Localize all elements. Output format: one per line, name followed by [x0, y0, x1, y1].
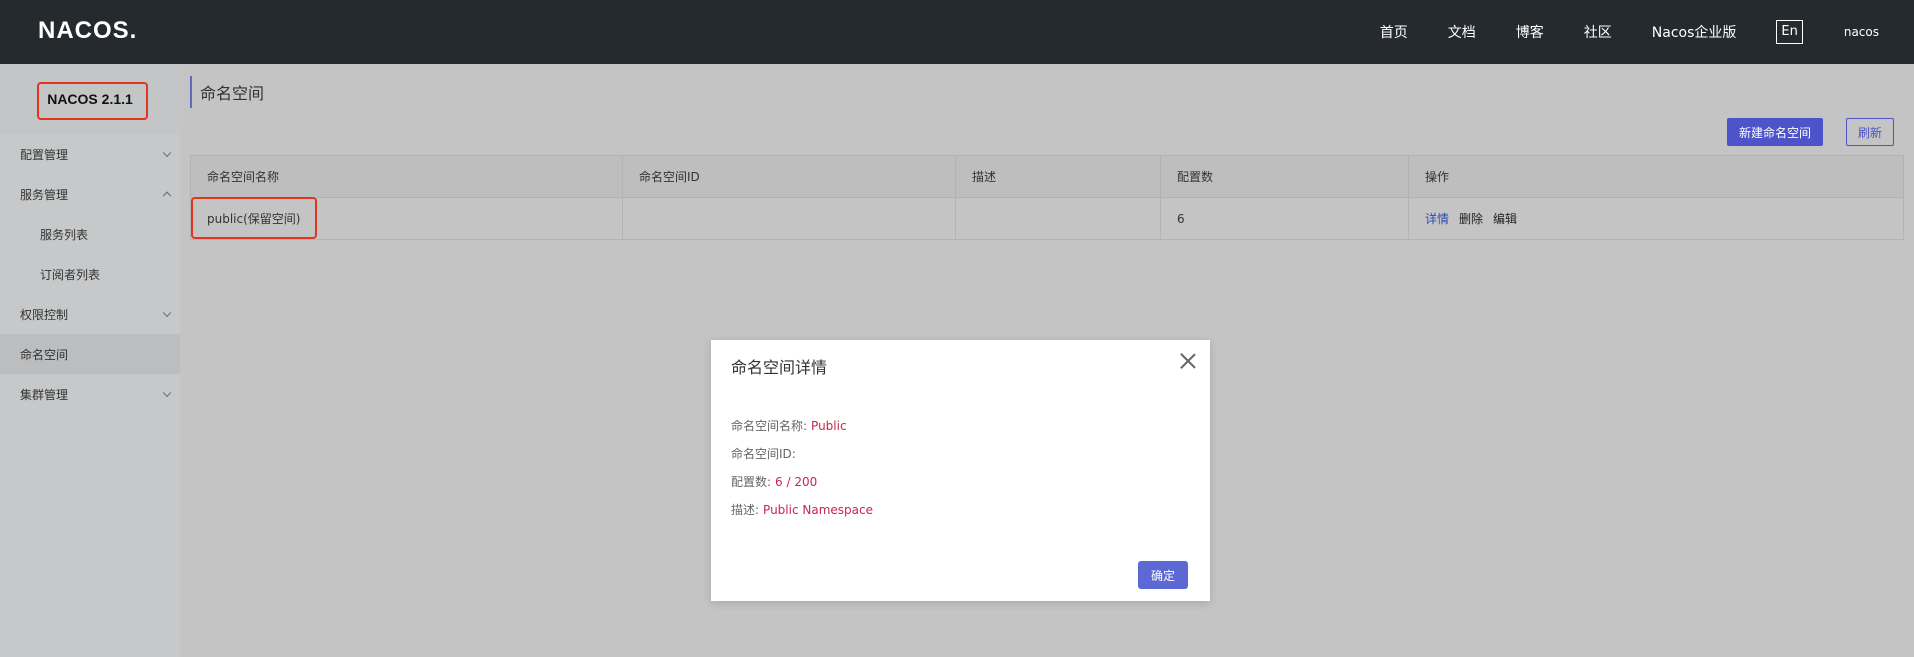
highlight-public-row: [191, 197, 317, 239]
cell-namespace-id: [623, 198, 956, 239]
nav-blog[interactable]: 博客: [1516, 22, 1544, 42]
logo-dot: .: [129, 17, 138, 44]
sidebar-item-service-management[interactable]: 服务管理: [0, 174, 180, 214]
namespace-table: 命名空间名称 命名空间ID 描述 配置数 操作 public(保留空间) 6 详…: [190, 155, 1904, 240]
nav-enterprise[interactable]: Nacos企业版: [1652, 22, 1737, 42]
highlight-version-box: [37, 82, 148, 120]
table-row: public(保留空间) 6 详情 删除 编辑: [191, 197, 1903, 239]
user-name[interactable]: nacos: [1844, 25, 1879, 39]
sidebar-item-subscriber-list[interactable]: 订阅者列表: [0, 254, 180, 294]
cell-description: [956, 198, 1161, 239]
language-toggle-button[interactable]: En: [1776, 20, 1803, 44]
top-navigation-bar: NACOS. 首页 文档 博客 社区 Nacos企业版 En nacos: [0, 0, 1914, 64]
detail-label: 描述:: [731, 503, 760, 517]
edit-link[interactable]: 编辑: [1493, 210, 1517, 227]
close-icon[interactable]: [1180, 353, 1196, 369]
delete-link[interactable]: 删除: [1459, 210, 1483, 227]
details-link[interactable]: 详情: [1425, 210, 1449, 227]
detail-value: Public: [811, 419, 847, 433]
sidebar-item-cluster-management[interactable]: 集群管理: [0, 374, 180, 414]
page-title: 命名空间: [190, 76, 264, 108]
sidebar-item-label: 集群管理: [20, 387, 69, 402]
dialog-title: 命名空间详情: [731, 358, 828, 377]
sidebar-item-service-list[interactable]: 服务列表: [0, 214, 180, 254]
sidebar-item-label: 配置管理: [20, 147, 69, 162]
detail-label: 配置数:: [731, 475, 772, 489]
nav-home[interactable]: 首页: [1380, 22, 1408, 42]
detail-namespace-name: 命名空间名称: Public: [731, 417, 847, 434]
detail-config-count: 配置数: 6 / 200: [731, 473, 817, 490]
detail-value: Public Namespace: [763, 503, 873, 517]
column-header-id: 命名空间ID: [623, 156, 956, 197]
logo-text: NACOS: [38, 17, 130, 44]
sidebar-item-config-management[interactable]: 配置管理: [0, 134, 180, 174]
chevron-down-icon: [162, 308, 172, 318]
nav-docs[interactable]: 文档: [1448, 22, 1476, 42]
column-header-name: 命名空间名称: [191, 156, 623, 197]
cell-config-count: 6: [1161, 198, 1409, 239]
sidebar-item-access-control[interactable]: 权限控制: [0, 294, 180, 334]
detail-label: 命名空间名称:: [731, 419, 808, 433]
detail-value: 6 / 200: [775, 475, 818, 489]
sidebar-item-label: 服务列表: [40, 227, 89, 242]
column-header-description: 描述: [956, 156, 1161, 197]
sidebar-item-label: 命名空间: [20, 347, 69, 362]
create-namespace-button[interactable]: 新建命名空间: [1727, 118, 1824, 146]
sidebar-menu: 配置管理 服务管理 服务列表 订阅者列表 权限控制 命名空间 集群管理: [0, 134, 180, 414]
chevron-down-icon: [162, 148, 172, 158]
refresh-button[interactable]: 刷新: [1846, 118, 1895, 146]
confirm-button[interactable]: 确定: [1138, 561, 1188, 589]
sidebar-item-label: 权限控制: [20, 307, 69, 322]
nav-community[interactable]: 社区: [1584, 22, 1612, 42]
sidebar-item-label: 服务管理: [20, 187, 69, 202]
detail-description: 描述: Public Namespace: [731, 501, 873, 518]
namespace-detail-dialog: 命名空间详情 命名空间名称: Public 命名空间ID: 配置数: 6 / 200…: [711, 340, 1210, 601]
top-nav: 首页 文档 博客 社区 Nacos企业版 En nacos: [1380, 0, 1914, 64]
detail-namespace-id: 命名空间ID:: [731, 445, 800, 462]
nacos-logo[interactable]: NACOS.: [38, 16, 137, 46]
table-header: 命名空间名称 命名空间ID 描述 配置数 操作: [191, 156, 1903, 197]
sidebar: NACOS 2.1.1 配置管理 服务管理 服务列表 订阅者列表 权限控制 命名…: [0, 64, 180, 657]
sidebar-item-namespace[interactable]: 命名空间: [0, 334, 180, 374]
detail-label: 命名空间ID:: [731, 447, 796, 461]
column-header-actions: 操作: [1425, 170, 1450, 184]
column-header-config-count: 配置数: [1161, 156, 1409, 197]
sidebar-item-label: 订阅者列表: [40, 267, 101, 282]
cell-actions: 详情 删除 编辑: [1409, 198, 1903, 239]
chevron-up-icon: [162, 191, 172, 201]
chevron-down-icon: [162, 388, 172, 398]
